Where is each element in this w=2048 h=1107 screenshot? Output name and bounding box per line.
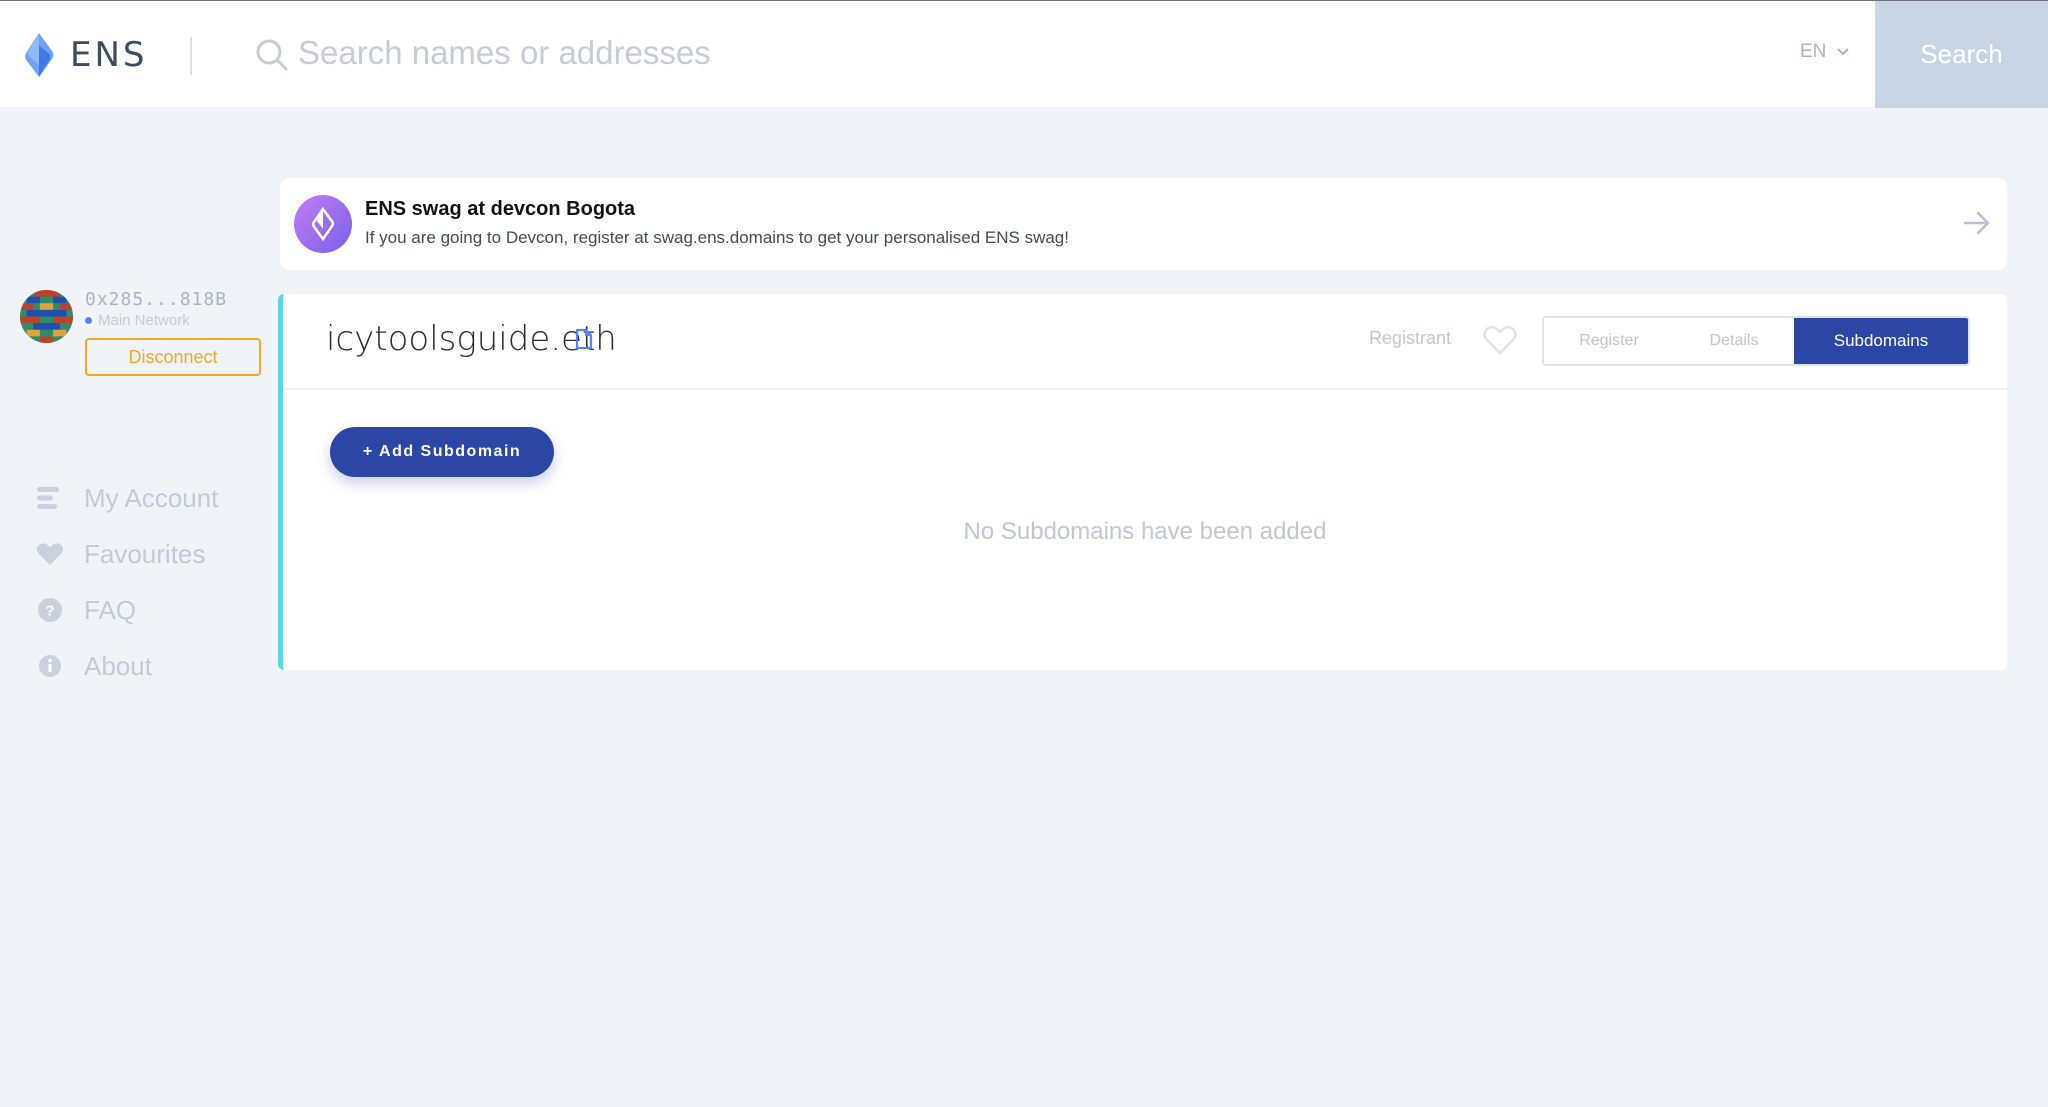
svg-text:?: ?	[45, 603, 54, 620]
question-icon: ?	[36, 596, 64, 624]
avatar	[20, 290, 73, 343]
domain-card: icytoolsguide.eth Registrant Register De…	[278, 294, 2007, 670]
favourite-heart-icon[interactable]	[1483, 324, 1517, 356]
domain-name: icytoolsguide.eth	[326, 319, 617, 359]
ens-logo[interactable]: ENS	[18, 31, 148, 79]
network-indicator: Main Network	[85, 312, 190, 329]
registrant-label: Registrant	[1369, 328, 1452, 348]
top-header: ENS EN Search	[0, 0, 2048, 108]
sidebar-item-my-account[interactable]: My Account	[36, 470, 218, 526]
chevron-down-icon	[1837, 48, 1850, 56]
arrow-right-icon[interactable]	[1963, 210, 1991, 236]
network-status-dot	[85, 317, 92, 324]
tab-subdomains[interactable]: Subdomains	[1794, 318, 1968, 364]
search-input[interactable]	[296, 25, 1696, 81]
sidebar-item-faq[interactable]: ? FAQ	[36, 582, 218, 638]
avatar-identicon	[20, 290, 73, 343]
language-selector[interactable]: EN	[1800, 41, 1850, 63]
account-icon	[36, 484, 64, 512]
tab-register[interactable]: Register	[1544, 318, 1674, 364]
copy-icon[interactable]	[575, 328, 593, 350]
banner-title: ENS swag at devcon Bogota	[365, 198, 636, 220]
sidebar-item-favourites[interactable]: Favourites	[36, 526, 218, 582]
promo-banner[interactable]: ENS swag at devcon Bogota If you are goi…	[280, 178, 2007, 270]
sidebar-item-label: Favourites	[84, 538, 206, 569]
sidebar-nav: My Account Favourites ? FAQ About	[36, 470, 218, 694]
sidebar-item-label: My Account	[84, 482, 219, 513]
ens-logo-icon	[25, 33, 54, 77]
domain-card-header: icytoolsguide.eth Registrant Register De…	[283, 294, 2007, 390]
search-icon	[256, 39, 288, 71]
network-label: Main Network	[98, 312, 190, 329]
sidebar-item-about[interactable]: About	[36, 638, 218, 694]
search-button[interactable]: Search	[1875, 1, 2048, 108]
empty-subdomains-message: No Subdomains have been added	[963, 518, 1327, 545]
domain-tabs: Register Details Subdomains	[1542, 316, 1970, 366]
account-address: 0x285...818B	[85, 289, 228, 310]
disconnect-button[interactable]: Disconnect	[85, 338, 261, 376]
tab-details[interactable]: Details	[1674, 318, 1794, 364]
banner-text: If you are going to Devcon, register at …	[365, 228, 1069, 247]
info-icon	[36, 652, 64, 680]
sidebar-item-label: About	[84, 650, 152, 681]
header-divider	[190, 37, 192, 75]
sidebar-item-label: FAQ	[84, 594, 137, 625]
add-subdomain-button[interactable]: + Add Subdomain	[330, 427, 554, 477]
heart-icon	[36, 540, 64, 568]
logo-text: ENS	[70, 35, 148, 75]
ens-swag-icon	[294, 195, 352, 253]
language-label: EN	[1800, 41, 1827, 62]
